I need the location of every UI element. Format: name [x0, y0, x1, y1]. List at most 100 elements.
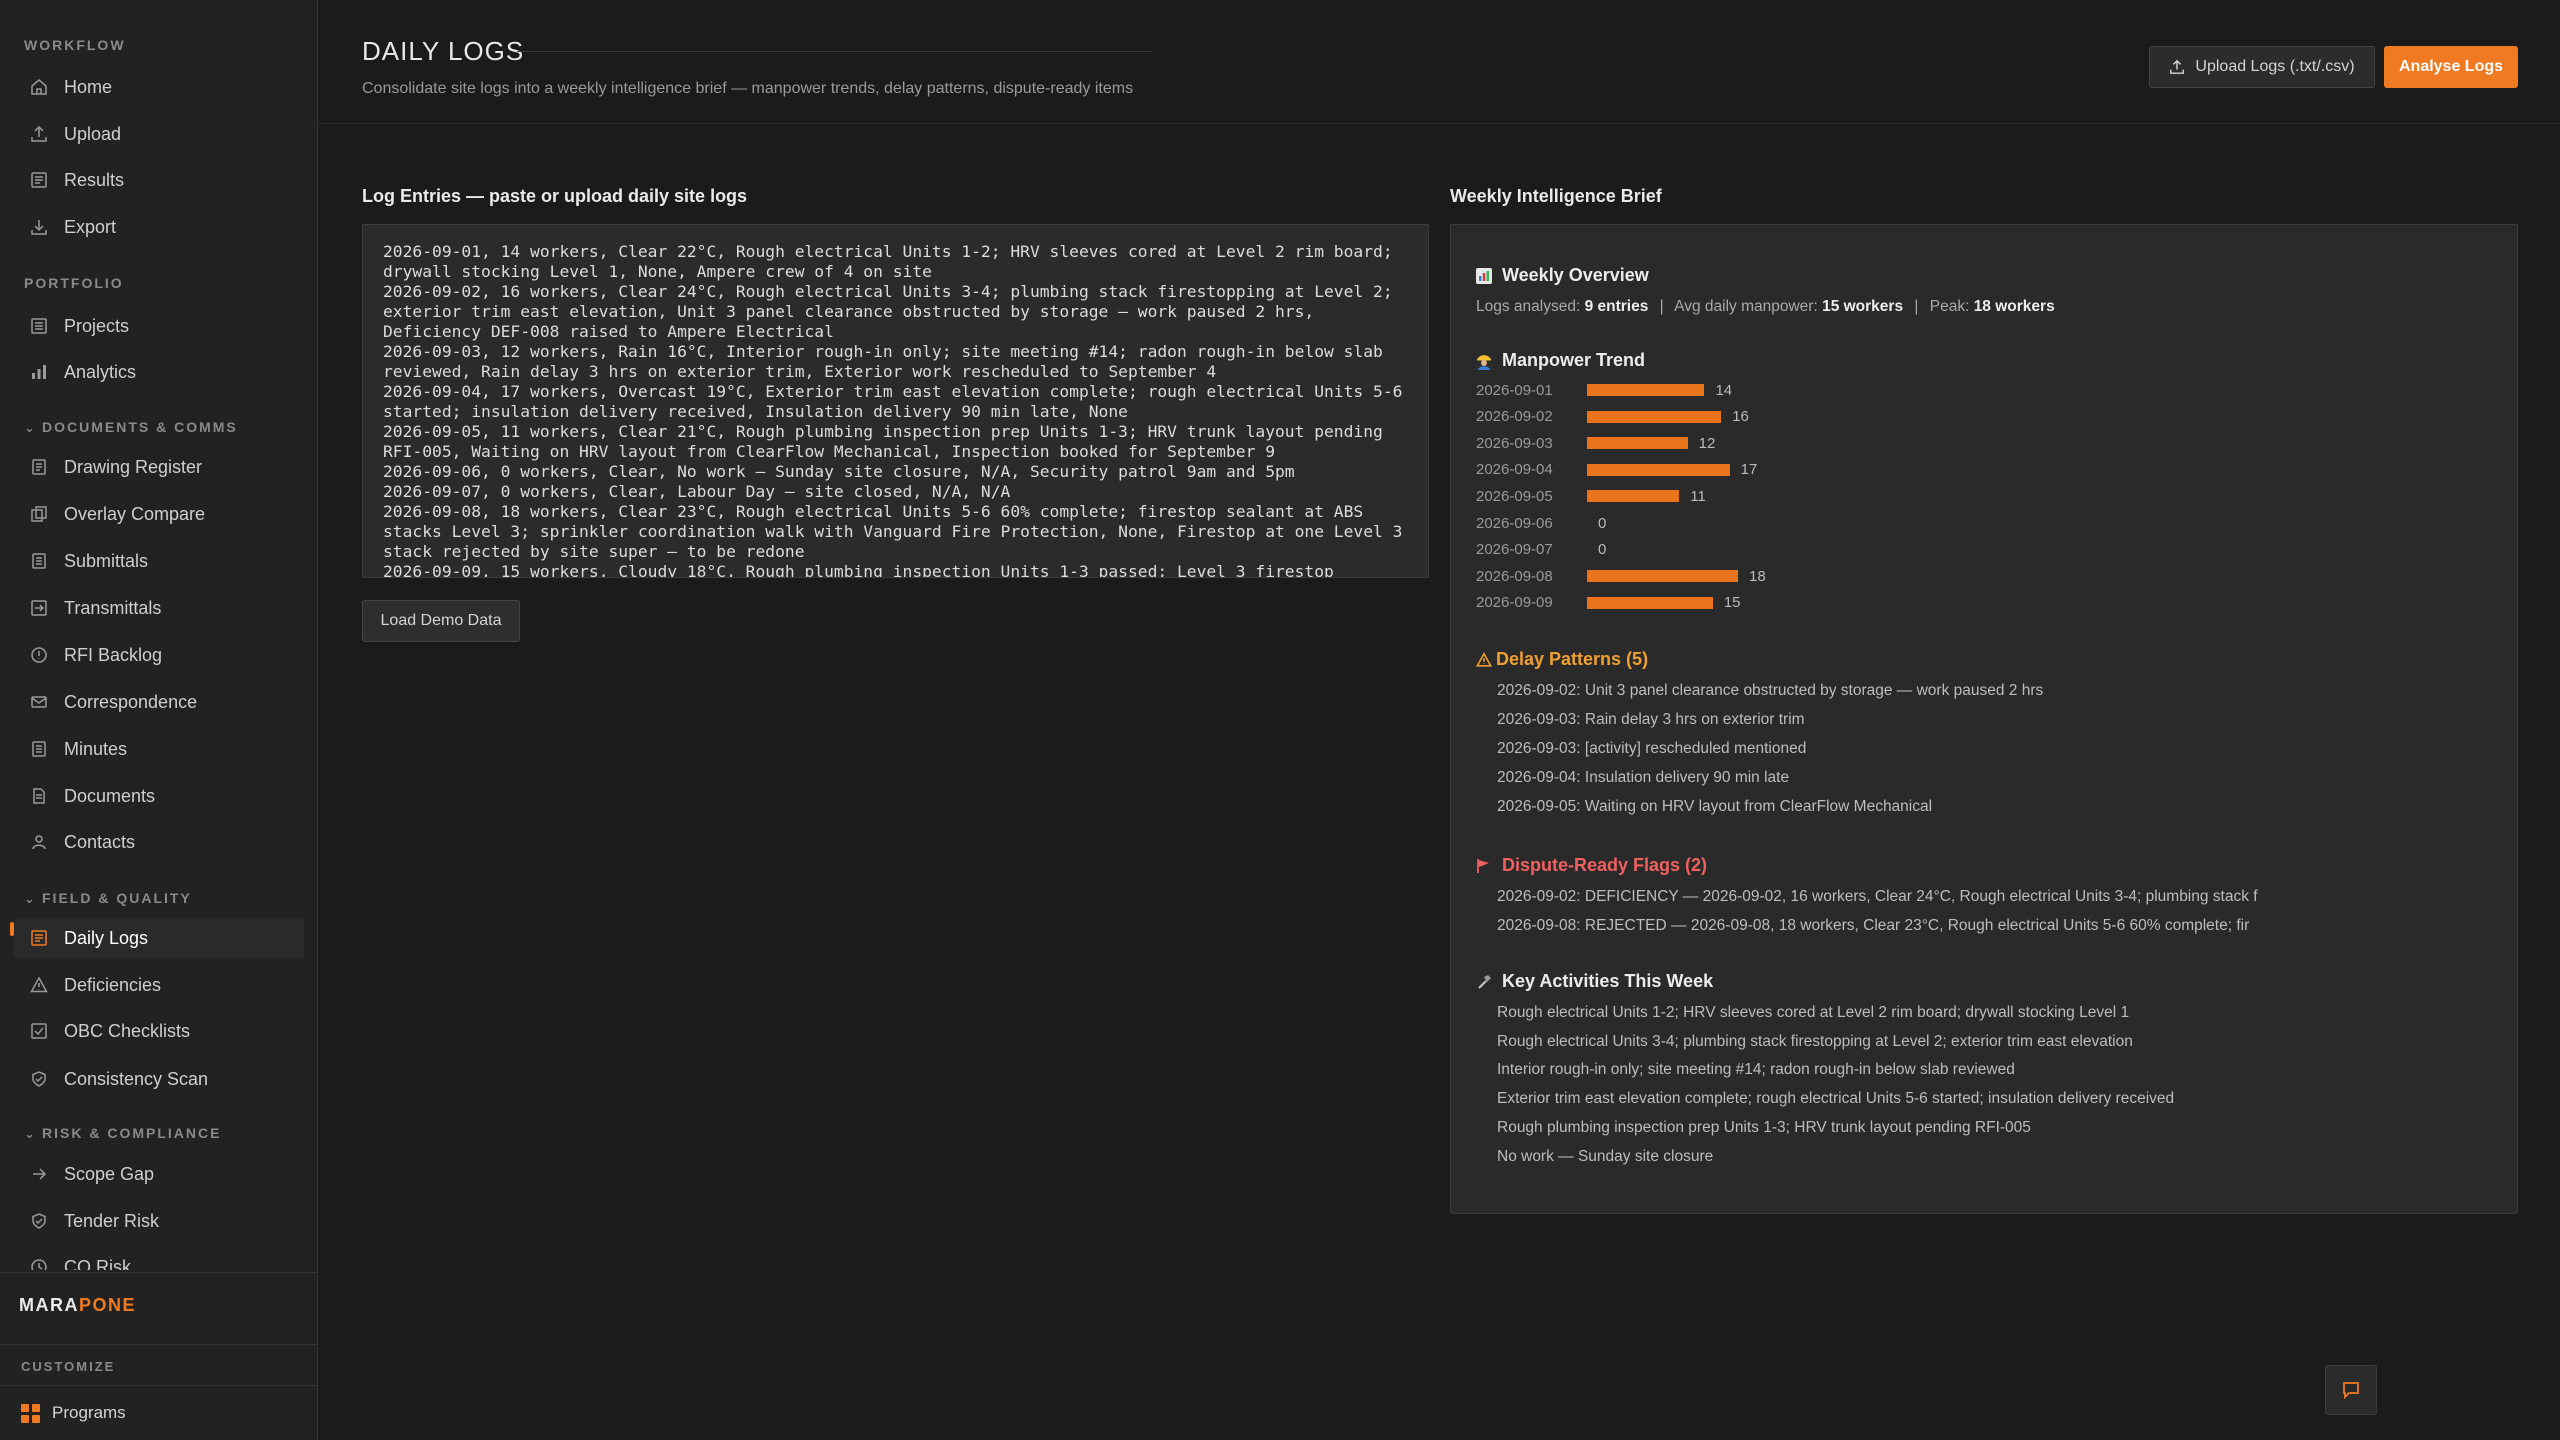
manpower-row: 2026-09-01 14 [1476, 379, 1732, 401]
sidebar-item-label: Daily Logs [64, 927, 149, 948]
upload-logs-button[interactable]: Upload Logs (.txt/.csv) [2149, 46, 2375, 88]
delay-item: 2026-09-04: Insulation delivery 90 min l… [1497, 769, 2497, 787]
sidebar-item-drawing-register[interactable]: Drawing Register [14, 447, 304, 487]
sidebar-item-home[interactable]: Home [14, 67, 304, 107]
sidebar-item-contacts[interactable]: Contacts [14, 822, 304, 862]
overlay-icon [28, 503, 50, 525]
activities-heading: Key Activities This Week [1476, 971, 1713, 992]
manpower-title: Manpower Trend [1502, 350, 1646, 370]
section-title-label: DOCUMENTS & COMMS [42, 419, 238, 435]
delay-heading: Delay Patterns (5) [1476, 649, 1648, 670]
manpower-value: 11 [1690, 487, 1706, 505]
chart-icon [1476, 267, 1492, 284]
sidebar-item-label: Scope Gap [64, 1163, 155, 1184]
manpower-bar [1587, 596, 1713, 609]
manpower-value: 12 [1698, 434, 1716, 452]
manpower-bar [1587, 437, 1688, 450]
sidebar-item-projects[interactable]: Projects [14, 306, 304, 346]
chat-button[interactable] [2325, 1365, 2377, 1415]
manpower-row: 2026-09-04 17 [1476, 459, 1757, 481]
upload-icon [2170, 59, 2185, 74]
sidebar-item-co-risk[interactable]: CO Risk [14, 1247, 304, 1270]
activity-item: Rough plumbing inspection prep Units 1-3… [1497, 1119, 2497, 1137]
analyse-logs-button[interactable]: Analyse Logs [2384, 46, 2518, 88]
sidebar-item-label: Documents [64, 785, 156, 806]
sidebar-item-label: Minutes [64, 738, 128, 759]
delay-item: 2026-09-02: Unit 3 panel clearance obstr… [1497, 682, 2497, 700]
section-title-field[interactable]: ⌄ FIELD & QUALITY [24, 890, 192, 907]
manpower-date: 2026-09-06 [1476, 514, 1553, 532]
documents-icon [28, 785, 50, 807]
log-entries-textarea[interactable]: 2026-09-01, 14 workers, Clear 22°C, Roug… [362, 224, 1429, 578]
sidebar-item-label: Contacts [64, 831, 136, 852]
sidebar-item-results[interactable]: Results [14, 160, 304, 200]
log-entries-label: Log Entries — paste or upload daily site… [362, 186, 748, 206]
activities-title: Key Activities This Week [1502, 971, 1714, 991]
manpower-row: 2026-09-03 12 [1476, 432, 1715, 454]
sidebar-item-documents[interactable]: Documents [14, 776, 304, 816]
sidebar-item-label: Deficiencies [64, 974, 162, 995]
sidebar-item-transmittals[interactable]: Transmittals [14, 588, 304, 628]
sidebar-item-analytics[interactable]: Analytics [14, 352, 304, 392]
sidebar-item-scope-gap[interactable]: Scope Gap [14, 1154, 304, 1194]
activity-item: Exterior trim east elevation complete; r… [1497, 1090, 2497, 1108]
sidebar-item-consistency-scan[interactable]: Consistency Scan [14, 1059, 304, 1099]
section-title-label: RISK & COMPLIANCE [42, 1125, 222, 1141]
customize-label: CUSTOMIZE [21, 1359, 116, 1374]
avg-manpower-label: Avg daily manpower: [1674, 298, 1818, 315]
load-demo-data-button[interactable]: Load Demo Data [362, 600, 520, 642]
activity-item: Rough electrical Units 1-2; HRV sleeves … [1497, 1004, 2497, 1022]
manpower-date: 2026-09-07 [1476, 541, 1553, 559]
overview-title: Weekly Overview [1502, 265, 1649, 285]
section-title-documents[interactable]: ⌄ DOCUMENTS & COMMS [24, 419, 238, 436]
brand-logo-part-b: PONE [79, 1295, 137, 1315]
manpower-value: 0 [1598, 541, 1607, 559]
info-circle-icon [28, 644, 50, 666]
logs-analysed-value: 9 entries [1584, 298, 1649, 315]
warning-triangle-icon [1476, 651, 1492, 668]
manpower-bar [1587, 490, 1680, 503]
peak-label: Peak: [1929, 298, 1970, 315]
sidebar-item-obc-checklists[interactable]: OBC Checklists [14, 1011, 304, 1051]
sidebar-item-label: Analytics [64, 361, 137, 382]
sidebar-item-deficiencies[interactable]: Deficiencies [14, 965, 304, 1005]
delay-item: 2026-09-03: [activity] rescheduled menti… [1497, 740, 2497, 758]
sidebar-item-minutes[interactable]: Minutes [14, 729, 304, 769]
hammer-icon [1476, 974, 1492, 990]
section-title-portfolio: PORTFOLIO [24, 275, 124, 291]
manpower-bar [1587, 463, 1730, 476]
sidebar-item-upload[interactable]: Upload [14, 114, 304, 154]
grid-icon [21, 1403, 40, 1423]
sidebar-item-label: Upload [64, 123, 122, 144]
programs-button[interactable]: Programs [0, 1385, 318, 1440]
shield-icon [28, 1210, 50, 1232]
chevron-down-icon: ⌄ [24, 891, 37, 906]
bar-chart-icon [28, 361, 50, 383]
programs-label: Programs [52, 1403, 126, 1422]
sidebar-item-correspondence[interactable]: Correspondence [14, 682, 304, 722]
sidebar-item-overlay-compare[interactable]: Overlay Compare [14, 494, 304, 534]
overview-stats: Logs analysed: 9 entries | Avg daily man… [1476, 298, 2055, 316]
manpower-value: 14 [1715, 381, 1733, 399]
page-header: DAILY LOGS Consolidate site logs into a … [319, 0, 2560, 124]
sidebar-item-daily-logs[interactable]: Daily Logs [10, 918, 304, 958]
section-title-risk[interactable]: ⌄ RISK & COMPLIANCE [24, 1125, 221, 1142]
chat-bubble-icon [2343, 1382, 2359, 1400]
app-window: WORKFLOW Home Upload Results Export PORT… [0, 0, 2560, 1440]
results-icon [28, 169, 50, 191]
sidebar-item-export[interactable]: Export [14, 207, 304, 247]
manpower-row: 2026-09-09 15 [1476, 592, 1741, 614]
warning-triangle-icon [28, 974, 50, 996]
activity-item: No work — Sunday site closure [1497, 1148, 2497, 1166]
sidebar-item-submittals[interactable]: Submittals [14, 541, 304, 581]
sidebar-item-label: Drawing Register [64, 456, 203, 477]
brand-logo: MARAPONE [19, 1295, 136, 1316]
sidebar-item-tender-risk[interactable]: Tender Risk [14, 1201, 304, 1241]
brand-logo-part-a: MARA [19, 1295, 79, 1315]
stat-separator: | [1659, 298, 1664, 315]
avg-manpower-value: 15 workers [1822, 298, 1904, 315]
sidebar-item-label: Tender Risk [64, 1210, 160, 1231]
sidebar-item-rfi-backlog[interactable]: RFI Backlog [14, 635, 304, 675]
overview-heading: Weekly Overview [1476, 265, 1649, 286]
mail-icon [28, 691, 50, 713]
